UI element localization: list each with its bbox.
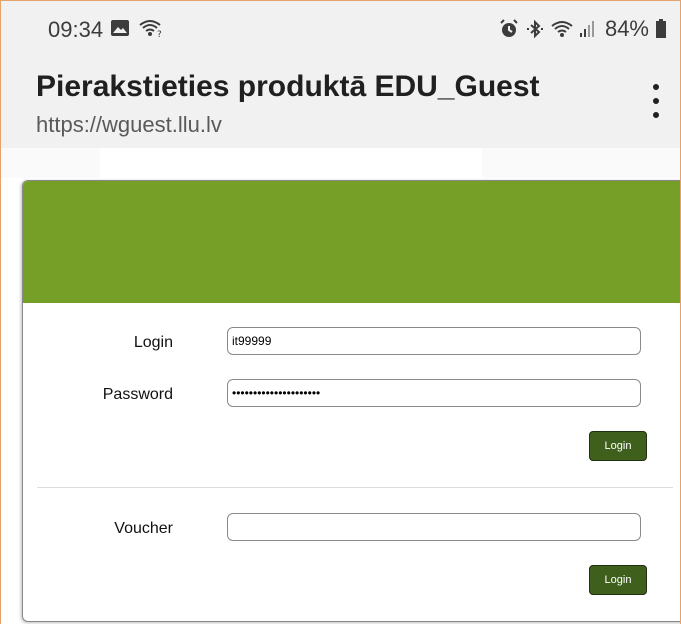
login-label: Login — [133, 334, 173, 351]
bluetooth-icon — [526, 19, 543, 39]
wifi-question-icon: ? — [139, 20, 162, 38]
wifi-icon — [551, 21, 573, 37]
status-bar: 09:34 ? 84% — [0, 0, 681, 52]
voucher-label: Voucher — [114, 520, 173, 537]
divider — [37, 487, 673, 488]
battery-percent: 84% — [604, 16, 649, 41]
gallery-icon — [111, 20, 129, 36]
page-url: https://wguest.llu.lv — [36, 112, 222, 137]
more-vert-icon[interactable] — [648, 84, 664, 118]
status-icons: 84% — [499, 16, 667, 42]
top-strip — [0, 148, 681, 178]
password-label: Password — [102, 386, 173, 403]
login-input[interactable] — [227, 327, 641, 355]
voucher-input[interactable] — [227, 513, 641, 541]
svg-text:?: ? — [157, 30, 162, 38]
header-banner — [23, 181, 681, 303]
alarm-icon — [500, 19, 518, 37]
login-button[interactable]: Login — [589, 431, 647, 461]
page-header: Pierakstieties produktā EDU_Guest https:… — [0, 52, 681, 148]
login-card: Login Password Login Voucher Login — [22, 180, 681, 622]
battery-icon — [656, 19, 666, 38]
page-title: Pierakstieties produktā EDU_Guest — [36, 70, 540, 103]
voucher-login-button[interactable]: Login — [589, 565, 647, 595]
status-time: 09:34 — [48, 17, 104, 42]
password-input[interactable] — [227, 379, 641, 407]
signal-icon — [579, 21, 594, 37]
